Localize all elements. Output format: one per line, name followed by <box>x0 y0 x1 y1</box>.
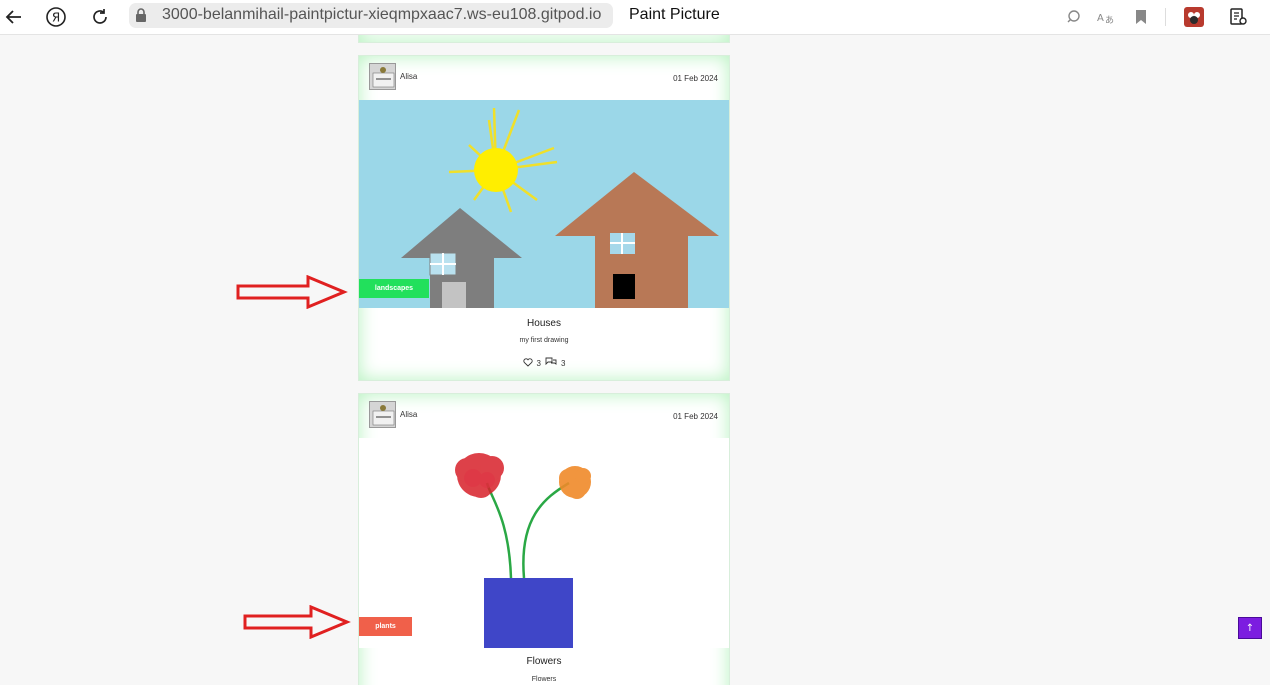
post-image[interactable] <box>359 100 729 308</box>
extension-icon[interactable] <box>1182 5 1206 29</box>
yandex-icon[interactable]: Я <box>44 5 68 29</box>
category-tag[interactable]: landscapes <box>359 279 429 298</box>
browser-toolbar: Я 3000-belanmihail-paintpictur-xieqmpxaa… <box>0 0 1270 35</box>
avatar[interactable] <box>369 401 396 428</box>
category-label: landscapes <box>374 285 414 292</box>
category-tag[interactable]: plants <box>359 617 412 636</box>
annotation-arrow <box>236 275 348 309</box>
page-content: Alisa 01 Feb 2024 landscapes Houses my f… <box>0 35 1270 685</box>
likes-count: 3 <box>536 358 541 368</box>
post-card[interactable]: Alisa 01 Feb 2024 <box>358 55 730 381</box>
post-date: 01 Feb 2024 <box>673 74 718 83</box>
post-title[interactable]: Flowers <box>359 656 729 667</box>
search-icon[interactable] <box>1062 5 1086 29</box>
annotation-arrow <box>243 605 351 639</box>
url-text[interactable]: 3000-belanmihail-paintpictur-xieqmpxaac7… <box>162 6 601 24</box>
toolbar-divider <box>1165 8 1166 26</box>
card-header: Alisa 01 Feb 2024 <box>359 394 729 438</box>
author-name[interactable]: Alisa <box>400 72 417 81</box>
author-name[interactable]: Alisa <box>400 410 417 419</box>
svg-text:Я: Я <box>52 11 60 25</box>
card-header: Alisa 01 Feb 2024 <box>359 56 729 100</box>
lock-icon <box>134 7 148 23</box>
comments-count: 3 <box>561 358 566 368</box>
category-label: plants <box>375 623 396 630</box>
post-card[interactable]: Alisa 01 Feb 2024 <box>358 393 730 685</box>
scroll-to-top-button[interactable]: ↑ <box>1238 617 1262 639</box>
reading-mode-icon[interactable] <box>1226 5 1250 29</box>
post-description: my first drawing <box>519 337 569 344</box>
heart-icon[interactable] <box>522 357 533 369</box>
translate-icon[interactable]: Aあ <box>1094 5 1118 29</box>
post-card-previous[interactable] <box>358 35 730 43</box>
bookmark-icon[interactable] <box>1129 5 1153 29</box>
post-date: 01 Feb 2024 <box>673 412 718 421</box>
reload-icon[interactable] <box>88 5 112 29</box>
comment-icon[interactable] <box>545 357 557 369</box>
svg-text:A: A <box>1097 13 1104 24</box>
avatar[interactable] <box>369 63 396 90</box>
page-title: Paint Picture <box>629 6 720 23</box>
back-arrow-icon[interactable] <box>2 5 26 29</box>
post-stats: 3 3 <box>359 357 729 369</box>
post-title[interactable]: Houses <box>359 318 729 329</box>
post-description: Flowers <box>531 676 557 683</box>
svg-text:あ: あ <box>1105 15 1114 25</box>
arrow-up-icon: ↑ <box>1245 622 1255 634</box>
post-image[interactable] <box>359 438 729 648</box>
